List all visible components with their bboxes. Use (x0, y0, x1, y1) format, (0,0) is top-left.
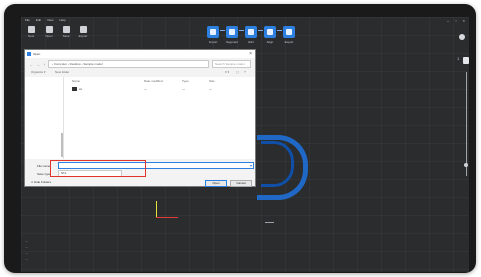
menu-file[interactable]: File (25, 18, 30, 22)
column-header-date[interactable]: Date modified (144, 79, 163, 83)
step-edit[interactable] (245, 26, 257, 38)
preview-pane-button[interactable]: ▢ (236, 70, 239, 74)
step-arrow (258, 30, 263, 31)
step-arrow (277, 30, 282, 31)
cancel-button[interactable]: Cancel (230, 180, 252, 187)
zoom-slider-end[interactable] (464, 163, 468, 167)
axis-x-indicator (156, 217, 178, 218)
file-list-item[interactable]: ▪▪▪ — — — (72, 87, 250, 92)
toolbar-open[interactable]: Open (41, 26, 57, 38)
file-date: — (144, 87, 147, 91)
toolbar-new-label: New (27, 34, 34, 38)
toolbar-save-label: Save (62, 34, 70, 38)
minimize-button[interactable]: – (447, 18, 449, 23)
navigation-pane[interactable] (25, 77, 64, 159)
step-segment-label: Segment (226, 40, 239, 44)
step-align[interactable] (264, 26, 276, 38)
step-edit-label: Edit (248, 40, 254, 44)
menu-help[interactable]: Help (59, 18, 65, 22)
file-type: — (182, 87, 185, 91)
toolbar-open-label: Open (45, 34, 53, 38)
column-header-size[interactable]: Size (209, 79, 215, 83)
search-input[interactable]: Search Sample model (212, 60, 251, 68)
dental-model-inner (261, 141, 294, 187)
segment-icon (229, 29, 235, 35)
file-icon (72, 87, 77, 91)
new-folder-button[interactable]: New folder (55, 70, 69, 74)
app-icon (27, 52, 31, 56)
view-options-button[interactable]: ≡ ▾ (225, 70, 229, 74)
hide-folders-toggle[interactable]: ∧ Hide Folders (31, 180, 51, 184)
file-size: — (209, 87, 212, 91)
toolbar-save[interactable]: Save (58, 26, 74, 38)
dialog-close-button[interactable]: × (249, 51, 252, 57)
axis-y-indicator (156, 201, 157, 218)
step-import-label: Import (208, 40, 218, 44)
save-icon (62, 26, 70, 33)
align-icon (267, 29, 273, 35)
file-name: ▪▪▪ (79, 87, 83, 91)
up-arrow-icon[interactable]: ↑ (43, 62, 45, 67)
zoom-slider-track[interactable] (466, 72, 467, 176)
export-step-icon (286, 29, 292, 35)
window-controls: – ▫ × (447, 18, 465, 23)
toolbar-new[interactable]: New (23, 26, 39, 38)
status-line: — (25, 257, 28, 261)
edit-icon (248, 29, 254, 35)
step-align-label: Align (266, 40, 274, 44)
file-name-label: File name: (37, 164, 52, 168)
new-icon (27, 26, 35, 33)
step-segment[interactable] (226, 26, 238, 38)
column-header-type[interactable]: Type (182, 79, 189, 83)
address-bar: ← → ↑ › Computer › Desktop › Sample mode… (29, 60, 251, 68)
highlight-box (50, 160, 146, 177)
navigation-scrollbar[interactable] (61, 133, 63, 157)
maximize-button[interactable]: ▫ (455, 18, 456, 23)
toolbar-export-label: Export (78, 34, 88, 38)
back-arrow-icon[interactable]: ← (29, 62, 33, 67)
menu-bar: File Edit View Help (25, 18, 66, 22)
zoom-label: 1 (457, 56, 460, 61)
status-line: — (25, 245, 28, 249)
viewport-marker (265, 222, 274, 223)
breadcrumb[interactable]: › Computer › Desktop › Sample model (48, 60, 209, 68)
toolbar-export[interactable]: Export (75, 26, 91, 38)
help-icon[interactable]: ? (244, 70, 246, 74)
close-button[interactable]: × (463, 18, 465, 23)
menu-view[interactable]: View (47, 18, 53, 22)
file-list: Name Date modified Type Size ▪▪▪ — — — (64, 77, 255, 159)
forward-arrow-icon[interactable]: → (36, 62, 40, 67)
import-icon (210, 29, 216, 35)
export-icon (79, 26, 87, 33)
gear-icon[interactable] (459, 34, 465, 40)
dialog-title: Open (33, 52, 41, 56)
status-line: — (25, 239, 28, 243)
step-export-label: Export (284, 40, 294, 44)
open-icon (45, 26, 53, 33)
menu-edit[interactable]: Edit (36, 18, 41, 22)
step-import[interactable] (207, 26, 219, 38)
status-line: — (25, 251, 28, 255)
open-button[interactable]: Open (205, 180, 227, 187)
step-arrow (220, 30, 225, 31)
zoom-slider-handle[interactable] (463, 57, 469, 64)
dialog-titlebar: Open × (25, 50, 255, 58)
organize-button[interactable]: Organize ▾ (31, 70, 46, 74)
step-arrow (239, 30, 244, 31)
column-header-name[interactable]: Name (72, 79, 80, 83)
chevron-down-icon[interactable]: ▾ (250, 163, 252, 168)
step-export[interactable] (283, 26, 295, 38)
dialog-command-bar: Organize ▾ New folder ≡ ▾ ▢ ? (29, 70, 251, 75)
